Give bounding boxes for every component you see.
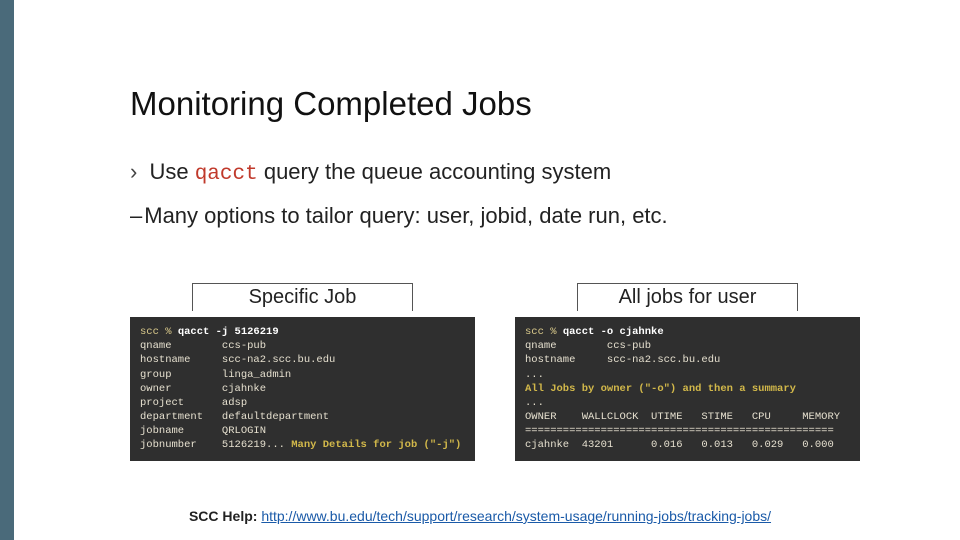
term-left-body: qname ccs-pub hostname scc-na2.scc.bu.ed… — [140, 340, 335, 451]
bullet-text-post: query the queue accounting system — [258, 159, 611, 184]
slide-content: Monitoring Completed Jobs › Use qacct qu… — [130, 85, 860, 461]
cmd-right: qacct -o cjahnke — [563, 326, 664, 338]
term-right-body1: qname ccs-pub hostname scc-na2.scc.bu.ed… — [525, 340, 720, 380]
prompt-left: scc % — [140, 326, 178, 338]
bullet-marker: › — [130, 159, 137, 184]
specific-job-header: Specific Job — [192, 283, 413, 311]
term-right-body2: ... OWNER WALLCLOCK UTIME STIME CPU MEMO… — [525, 397, 840, 452]
footer: SCC Help: http://www.bu.edu/tech/support… — [0, 508, 960, 524]
all-jobs-header: All jobs for user — [577, 283, 798, 311]
cmd-left: qacct -j 5126219 — [178, 326, 279, 338]
prompt-right: scc % — [525, 326, 563, 338]
accent-sidebar — [0, 0, 14, 540]
all-jobs-col: All jobs for user scc % qacct -o cjahnke… — [515, 283, 860, 461]
bullet-options: –Many options to tailor query: user, job… — [130, 201, 860, 231]
scc-help-link[interactable]: http://www.bu.edu/tech/support/research/… — [261, 508, 771, 524]
all-jobs-terminal: scc % qacct -o cjahnke qname ccs-pub hos… — [515, 317, 860, 461]
page-title: Monitoring Completed Jobs — [130, 85, 860, 123]
example-columns: Specific Job scc % qacct -j 5126219 qnam… — [130, 283, 860, 461]
specific-job-terminal: scc % qacct -j 5126219 qname ccs-pub hos… — [130, 317, 475, 461]
footer-label: SCC Help: — [189, 508, 261, 524]
qacct-code: qacct — [195, 163, 258, 186]
term-left-highlight: Many Details for job ("-j") — [291, 439, 461, 451]
bullet-use-qacct: › Use qacct query the queue accounting s… — [130, 157, 860, 189]
specific-job-col: Specific Job scc % qacct -j 5126219 qnam… — [130, 283, 475, 461]
bullet-text-pre: Use — [149, 159, 194, 184]
bullet-options-text: Many options to tailor query: user, jobi… — [144, 203, 667, 228]
dash-marker: – — [130, 203, 142, 228]
term-right-highlight: All Jobs by owner ("-o") and then a summ… — [525, 383, 796, 395]
